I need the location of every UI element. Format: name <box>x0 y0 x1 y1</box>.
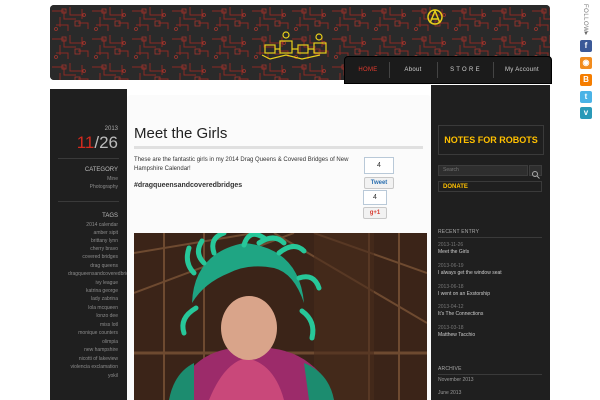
nav-my-account[interactable]: My Account <box>495 57 549 83</box>
tag-link[interactable]: covered bridges <box>82 254 118 260</box>
tag-link[interactable]: new hampshire <box>84 347 118 353</box>
tag-link[interactable]: nicotti of lakeview <box>79 356 118 362</box>
title-divider <box>134 146 423 149</box>
rss-icon[interactable]: ◉ <box>580 57 592 69</box>
nav-home[interactable]: HOME <box>349 57 387 83</box>
archive-link[interactable]: June 2013 <box>438 390 461 396</box>
tag-link[interactable]: cherry bravo <box>90 246 118 252</box>
tweet-count: 4 <box>364 157 394 174</box>
date-year: 2013 <box>104 126 118 132</box>
blogger-icon[interactable]: B <box>580 74 592 86</box>
tag-link[interactable]: ivy league <box>95 280 118 286</box>
divider <box>58 201 119 202</box>
recent-date: 2013-04-12 <box>438 304 464 310</box>
recent-link[interactable]: I went on an Exstorship <box>438 291 490 297</box>
notes-for-robots-title[interactable]: NOTES FOR ROBOTS <box>438 125 544 155</box>
search-icon <box>532 171 540 179</box>
tweet-button[interactable]: Tweet <box>364 177 394 189</box>
divider <box>438 237 542 238</box>
post-photo <box>134 233 427 400</box>
recent-link[interactable]: Matthew Tacchio <box>438 332 475 338</box>
date-month: 11 <box>76 133 95 152</box>
category-heading: CATEGORY <box>84 167 118 173</box>
divider <box>58 158 119 159</box>
nav-divider <box>389 62 390 78</box>
nav-about[interactable]: About <box>391 57 435 83</box>
tag-link[interactable]: lola mcqueen <box>88 305 118 311</box>
follow-label: FOLLOW <box>582 4 588 33</box>
category-link[interactable]: Photography <box>90 184 118 190</box>
recent-entry-heading: RECENT ENTRY <box>438 229 480 235</box>
tags-heading: TAGS <box>102 213 118 219</box>
recent-link[interactable]: Meet the Girls <box>438 249 469 255</box>
post-intro: These are the fantastic girls in my 2014… <box>134 157 349 172</box>
main-nav: HOME About S T O R E My Account <box>344 56 552 84</box>
facebook-icon[interactable]: f <box>580 40 592 52</box>
right-sidebar: NOTES FOR ROBOTS DONATE RECENT ENTRY 201… <box>431 85 550 400</box>
nav-store[interactable]: S T O R E <box>439 57 491 83</box>
tag-link[interactable]: brittany lynn <box>91 238 118 244</box>
post-date: 11/26 <box>77 133 118 153</box>
recent-date: 2013-03-18 <box>438 325 464 331</box>
tag-link[interactable]: miss lotl <box>100 322 118 328</box>
recent-date: 2013-11-26 <box>438 242 464 248</box>
nav-divider <box>493 62 494 78</box>
archive-link[interactable]: November 2013 <box>438 377 474 383</box>
tag-link[interactable]: monique counters <box>78 330 118 336</box>
left-sidebar: 2013 11/26 CATEGORY Mine Photography TAG… <box>50 89 137 400</box>
recent-link[interactable]: I always get the window seat <box>438 270 502 276</box>
twitter-icon[interactable]: t <box>580 91 592 103</box>
recent-date: 2013-06-18 <box>438 284 464 290</box>
divider <box>438 374 542 375</box>
recent-date: 2013-06-19 <box>438 263 464 269</box>
tag-link[interactable]: katrina george <box>86 288 118 294</box>
tag-link[interactable]: drag queens <box>90 263 118 269</box>
plusone-count: 4 <box>363 190 387 205</box>
tag-link[interactable]: lonzo dee <box>96 313 118 319</box>
donate-button[interactable]: DONATE <box>438 181 542 192</box>
nav-divider <box>437 62 438 78</box>
search-button[interactable] <box>529 165 542 179</box>
tag-link[interactable]: 2014 calendar <box>86 222 118 228</box>
tag-link[interactable]: yokil <box>108 373 118 379</box>
recent-link[interactable]: It's The Connections <box>438 311 483 317</box>
search-input[interactable] <box>438 165 528 176</box>
main-content: Meet the Girls These are the fantastic g… <box>127 95 431 400</box>
category-link[interactable]: Mine <box>107 176 118 182</box>
tag-link[interactable]: lady zabrina <box>91 296 118 302</box>
tag-link[interactable]: olimpia <box>102 339 118 345</box>
vimeo-icon[interactable]: v <box>580 107 592 119</box>
arrow-down-icon: ▼ <box>583 31 589 37</box>
plusone-button[interactable]: g+1 <box>363 207 387 219</box>
post-hashtag: #dragqueensandcoveredbridges <box>134 182 243 189</box>
date-day: 26 <box>99 133 118 152</box>
tag-link[interactable]: amber sipit <box>94 230 118 236</box>
post-title[interactable]: Meet the Girls <box>134 125 227 142</box>
tag-link[interactable]: violencia exclamation <box>70 364 118 370</box>
archive-heading: ARCHIVE <box>438 366 462 372</box>
